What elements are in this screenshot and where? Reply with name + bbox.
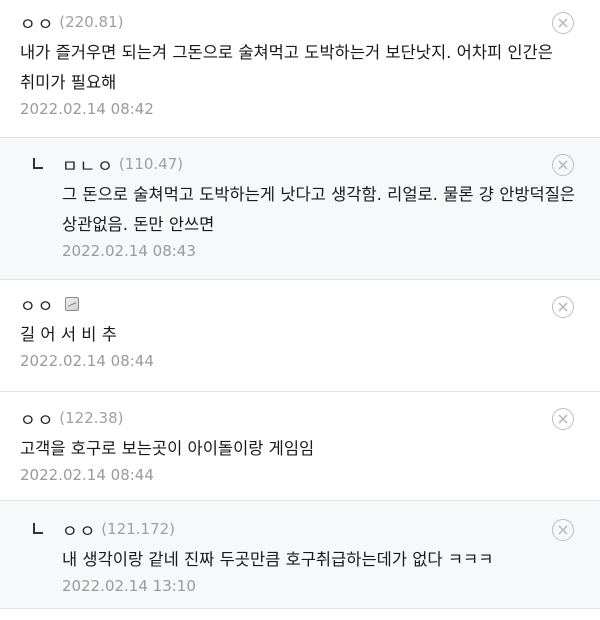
comment-body: 고객을 호구로 보는곳이 아이돌이랑 게임임 (20, 439, 315, 458)
comment-author[interactable]: ㅇㅇ (20, 406, 55, 431)
comment-date: 2022.02.14 08:43 (62, 242, 196, 260)
reply-item: ㅇㅇ (121.172) 내 생각이랑 같네 진짜 두곳만큼 호구취급하는데가 … (0, 501, 600, 609)
comment-header: ㅁㄴㅇ (110.47) (62, 152, 600, 177)
image-attachment-icon (65, 297, 80, 311)
comment-item: ㅇㅇ (220.81) 내가 즐거우면 되는겨 그돈으로 술쳐먹고 도박하는거 … (0, 0, 600, 138)
comment-header: ㅇㅇ (220.81) (20, 10, 600, 35)
close-circle-icon[interactable] (552, 519, 574, 541)
comment-header: ㅇㅇ (20, 292, 600, 317)
comment-item: ㅇㅇ (122.38) 고객을 호구로 보는곳이 아이돌이랑 게임임 2022.… (0, 392, 600, 501)
comment-author[interactable]: ㅁㄴㅇ (62, 152, 115, 177)
comment-author[interactable]: ㅇㅇ (20, 10, 55, 35)
comment-header: ㅇㅇ (122.38) (20, 406, 600, 431)
comment-date: 2022.02.14 13:10 (62, 577, 196, 595)
comment-body: 그 돈으로 술쳐먹고 도박하는게 낫다고 생각함. 리얼로. 물론 걍 안방덕질… (62, 185, 576, 234)
comment-header: ㅇㅇ (121.172) (62, 517, 600, 542)
comment-body: 내 생각이랑 같네 진짜 두곳만큼 호구취급하는데가 없다 ㅋㅋㅋ (62, 550, 494, 569)
comment-ip: (121.172) (101, 520, 176, 538)
reply-arrow-icon (33, 523, 43, 534)
comment-date: 2022.02.14 08:44 (20, 466, 154, 484)
comment-item: ㅇㅇ 길 어 서 비 추 2022.02.14 08:44 (0, 280, 600, 392)
reply-arrow-icon (33, 158, 43, 169)
close-circle-icon[interactable] (552, 154, 574, 176)
reply-item: ㅁㄴㅇ (110.47) 그 돈으로 술쳐먹고 도박하는게 낫다고 생각함. 리… (0, 138, 600, 280)
close-circle-icon[interactable] (552, 12, 574, 34)
comment-date: 2022.02.14 08:42 (20, 100, 154, 118)
comment-date: 2022.02.14 08:44 (20, 352, 154, 370)
comment-ip: (122.38) (59, 409, 124, 427)
comment-ip: (220.81) (59, 13, 124, 31)
close-circle-icon[interactable] (552, 408, 574, 430)
comment-body: 길 어 서 비 추 (20, 325, 117, 344)
comment-author[interactable]: ㅇㅇ (20, 292, 55, 317)
comment-body: 내가 즐거우면 되는겨 그돈으로 술쳐먹고 도박하는거 보단낫지. 어차피 인간… (20, 43, 553, 92)
comment-author[interactable]: ㅇㅇ (62, 517, 97, 542)
close-circle-icon[interactable] (552, 296, 574, 318)
comment-ip: (110.47) (118, 155, 184, 173)
